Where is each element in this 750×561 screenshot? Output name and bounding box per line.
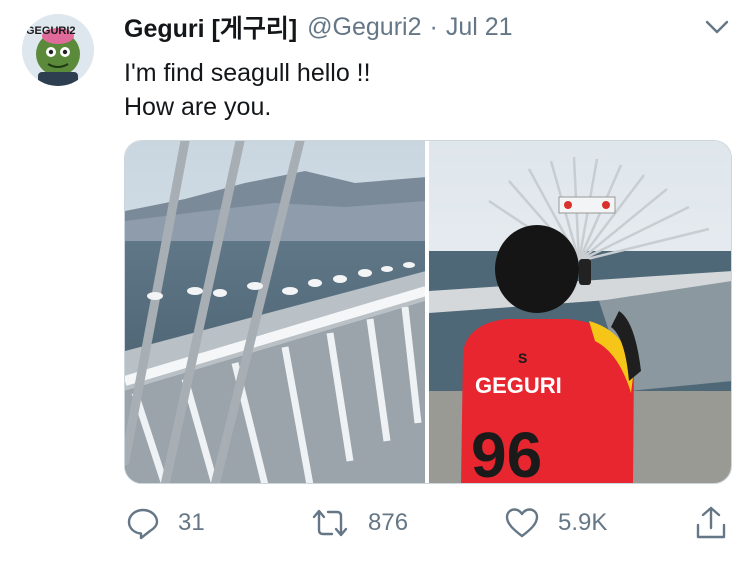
avatar-logo-text: GEGURI2 [26, 25, 76, 37]
tweet-actions: 31 876 5.9K [124, 500, 734, 546]
retweet-count: 876 [368, 509, 409, 536]
avatar[interactable]: GEGURI2 [22, 14, 94, 86]
retweet-button[interactable]: 876 [310, 500, 408, 546]
reply-button[interactable]: 31 [126, 500, 205, 546]
retweet-icon [310, 506, 350, 540]
svg-text:S: S [518, 350, 527, 366]
jersey-name: GEGURI [475, 373, 562, 398]
reply-icon [126, 506, 160, 540]
jersey-number: 96 [471, 419, 542, 483]
tweet-header: Geguri [게구리] @Geguri2 · Jul 21 [124, 10, 730, 44]
tweet-text-line-2: How are you. [124, 93, 272, 121]
like-count: 5.9K [558, 509, 608, 536]
photo-player-jersey[interactable]: S GEGURI 96 [429, 141, 731, 483]
tweet-date[interactable]: Jul 21 [446, 13, 513, 42]
share-button[interactable] [694, 500, 728, 546]
tweet-media: S GEGURI 96 [124, 140, 732, 484]
tweet-text: I'm find seagull hello !! How are you. [124, 56, 724, 124]
reply-count: 31 [178, 509, 205, 536]
caret-down-icon[interactable] [704, 16, 730, 38]
photo-seagulls-bridge[interactable] [125, 141, 426, 483]
like-icon [504, 506, 540, 540]
tweet-text-line-1: I'm find seagull hello !! [124, 59, 371, 87]
like-button[interactable]: 5.9K [504, 500, 607, 546]
share-icon [694, 505, 728, 541]
user-handle[interactable]: @Geguri2 [307, 13, 421, 42]
display-name[interactable]: Geguri [게구리] [124, 9, 297, 45]
separator-dot: · [429, 12, 438, 41]
